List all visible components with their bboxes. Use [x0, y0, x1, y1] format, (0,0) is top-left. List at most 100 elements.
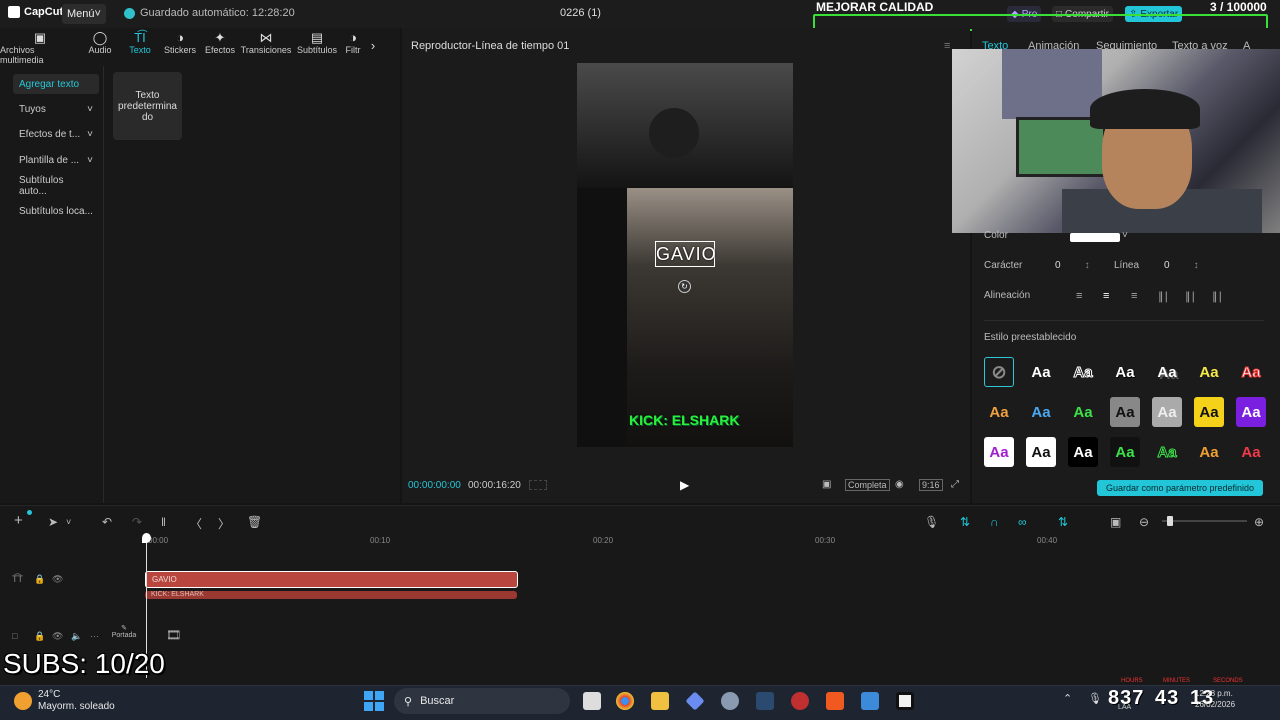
align-center-icon[interactable]: ≡	[1103, 290, 1109, 302]
menu-button[interactable]: Menú ˅	[62, 4, 106, 24]
style-swatch[interactable]: Aa	[1110, 397, 1140, 427]
chevron-down-icon[interactable]: ˅	[1122, 230, 1128, 241]
sidebar-item-auto-captions[interactable]: Subtítulos auto...	[13, 175, 99, 197]
lock-icon[interactable]: 🔒	[34, 631, 45, 642]
cursor-icon[interactable]: ➤	[48, 515, 58, 529]
lock-icon[interactable]: 🔒	[34, 574, 45, 585]
play-button[interactable]: ▶	[680, 478, 689, 492]
style-swatch[interactable]: Aa	[1152, 357, 1182, 387]
style-swatch[interactable]: Aa	[1194, 437, 1224, 467]
zoom-in-icon[interactable]: ⊕	[1254, 515, 1264, 529]
capcut-taskbar-icon[interactable]	[896, 692, 914, 710]
zoom-slider-thumb[interactable]	[1167, 516, 1173, 526]
zoom-slider-track[interactable]	[1162, 520, 1247, 522]
style-swatch[interactable]: Aa	[1152, 397, 1182, 427]
file-explorer-icon[interactable]	[651, 692, 669, 710]
style-swatch[interactable]: Aa	[1110, 437, 1140, 467]
style-swatch[interactable]: Aa	[1236, 397, 1266, 427]
style-swatch[interactable]: Aa	[984, 397, 1014, 427]
sidebar-item-templates[interactable]: Plantilla de ... ˅	[13, 150, 99, 170]
default-text-card[interactable]: Texto predetermina do	[113, 72, 182, 140]
color-swatch[interactable]	[1070, 233, 1120, 242]
style-swatch[interactable]: Aa	[1026, 437, 1056, 467]
stepper-icon[interactable]: ↕	[1085, 260, 1090, 271]
more-icon[interactable]: ⋯	[90, 631, 99, 642]
undo-icon[interactable]: ↶	[102, 515, 112, 529]
app-red-icon[interactable]	[791, 692, 809, 710]
chevron-down-icon[interactable]: ˅	[66, 517, 71, 527]
tab-audio[interactable]: ◯ Audio	[80, 30, 120, 60]
line-spacing-input[interactable]: 0 ↕	[1164, 260, 1206, 271]
style-none-icon[interactable]: ⊘	[984, 357, 1014, 387]
tray-chevron-icon[interactable]: ⌃	[1063, 692, 1081, 710]
ratio-button[interactable]: 9:16	[919, 479, 943, 491]
playhead-handle[interactable]	[142, 533, 151, 543]
magnet-icon[interactable]: ∩	[990, 515, 999, 529]
audio-mute-icon[interactable]: 🔈	[71, 631, 82, 642]
eye-icon[interactable]: 👁	[52, 574, 63, 585]
stepper-icon[interactable]: ↕	[1194, 260, 1199, 271]
timeline-clip-text[interactable]: GAVIO	[145, 571, 518, 588]
screen-icon[interactable]: ▣	[822, 479, 831, 490]
sidebar-item-text-effects[interactable]: Efectos de t... ˅	[13, 124, 99, 144]
align-left-icon[interactable]: ≡	[1076, 290, 1082, 302]
vertical-align-bottom-icon[interactable]: ∥∣	[1212, 290, 1223, 303]
link-clips-icon[interactable]: ∞	[1018, 515, 1027, 529]
cover-button[interactable]: ✎ Portada	[110, 624, 138, 639]
fullscreen-icon[interactable]: ⤢	[951, 479, 959, 490]
rotate-handle-icon[interactable]: ↻	[678, 280, 691, 293]
menu-lines-icon[interactable]: ≡	[944, 40, 950, 52]
video-canvas[interactable]: GAVIO ↻ KICK: ELSHARK	[577, 63, 793, 447]
trim-right-icon[interactable]: 〉	[218, 515, 230, 532]
chrome-icon[interactable]	[616, 692, 634, 710]
windows-start-icon[interactable]	[364, 691, 384, 711]
vertical-align-middle-icon[interactable]: ∥∣	[1185, 290, 1196, 303]
weather-widget[interactable]: 24°C Mayorm. soleado	[14, 689, 115, 713]
save-preset-button[interactable]: Guardar como parámetro predefinido	[1097, 480, 1263, 496]
task-view-icon[interactable]	[583, 692, 601, 710]
style-swatch[interactable]: Aa	[1068, 357, 1098, 387]
tab-effects[interactable]: ✦ Efectos	[200, 30, 240, 60]
timecode-mode-icon[interactable]	[529, 480, 547, 490]
style-swatch[interactable]: Aa	[1236, 357, 1266, 387]
style-swatch[interactable]: Aa	[1068, 397, 1098, 427]
tab-media[interactable]: ▣ Archivos multimedia	[0, 30, 80, 65]
tab-text[interactable]: T͡I Texto	[120, 30, 160, 60]
taskbar-search[interactable]: ⚲ Buscar	[394, 688, 570, 714]
style-swatch[interactable]: Aa	[984, 437, 1014, 467]
char-spacing-input[interactable]: 0 ↕	[1055, 260, 1097, 271]
tab-filters[interactable]: ◑ Filtr	[342, 30, 364, 60]
style-swatch[interactable]: Aa	[1068, 437, 1098, 467]
zoom-out-icon[interactable]: ⊖	[1139, 515, 1149, 529]
microphone-tray-icon[interactable]: 🎙	[1088, 692, 1106, 710]
complete-button[interactable]: Completa	[845, 479, 890, 491]
vertical-align-top-icon[interactable]: ∥∣	[1158, 290, 1169, 303]
settings-icon[interactable]	[721, 692, 739, 710]
style-swatch[interactable]: Aa	[1152, 437, 1182, 467]
tab-captions[interactable]: ▤ Subtítulos	[292, 30, 342, 60]
focus-icon[interactable]: ◉	[895, 479, 904, 490]
steam-icon[interactable]	[756, 692, 774, 710]
tabs-next-button[interactable]: ›	[364, 30, 382, 60]
sidebar-item-add-text[interactable]: Agregar texto	[13, 74, 99, 94]
sidebar-item-local-captions[interactable]: Subtítulos loca...	[13, 201, 99, 221]
fit-timeline-icon[interactable]: ▣	[1110, 515, 1121, 529]
delete-icon[interactable]: 🗑	[247, 515, 262, 529]
style-swatch[interactable]: Aa	[1194, 397, 1224, 427]
app-blue-icon[interactable]	[861, 692, 879, 710]
redo-icon[interactable]: ↷	[132, 515, 142, 529]
tab-transitions[interactable]: ⋈ Transiciones	[240, 30, 292, 60]
style-swatch[interactable]: Aa	[1110, 357, 1140, 387]
eye-icon[interactable]: 👁	[52, 631, 63, 642]
system-date-time[interactable]: 12:28 p.m. 26/02/2026	[1195, 688, 1235, 710]
brave-icon[interactable]	[826, 692, 844, 710]
style-swatch[interactable]: Aa	[1026, 357, 1056, 387]
tab-stickers[interactable]: ◑ Stickers	[160, 30, 200, 60]
kick-text-layer[interactable]: KICK: ELSHARK	[629, 412, 739, 428]
sidebar-item-yours[interactable]: Tuyos ˅	[13, 99, 99, 119]
preview-axis-icon[interactable]: ⇅	[1058, 515, 1068, 529]
selected-text-layer[interactable]: GAVIO	[655, 241, 716, 267]
language-indicator[interactable]: LAA	[1118, 704, 1131, 711]
align-right-icon[interactable]: ≡	[1131, 290, 1137, 302]
add-icon[interactable]: +	[14, 512, 23, 529]
